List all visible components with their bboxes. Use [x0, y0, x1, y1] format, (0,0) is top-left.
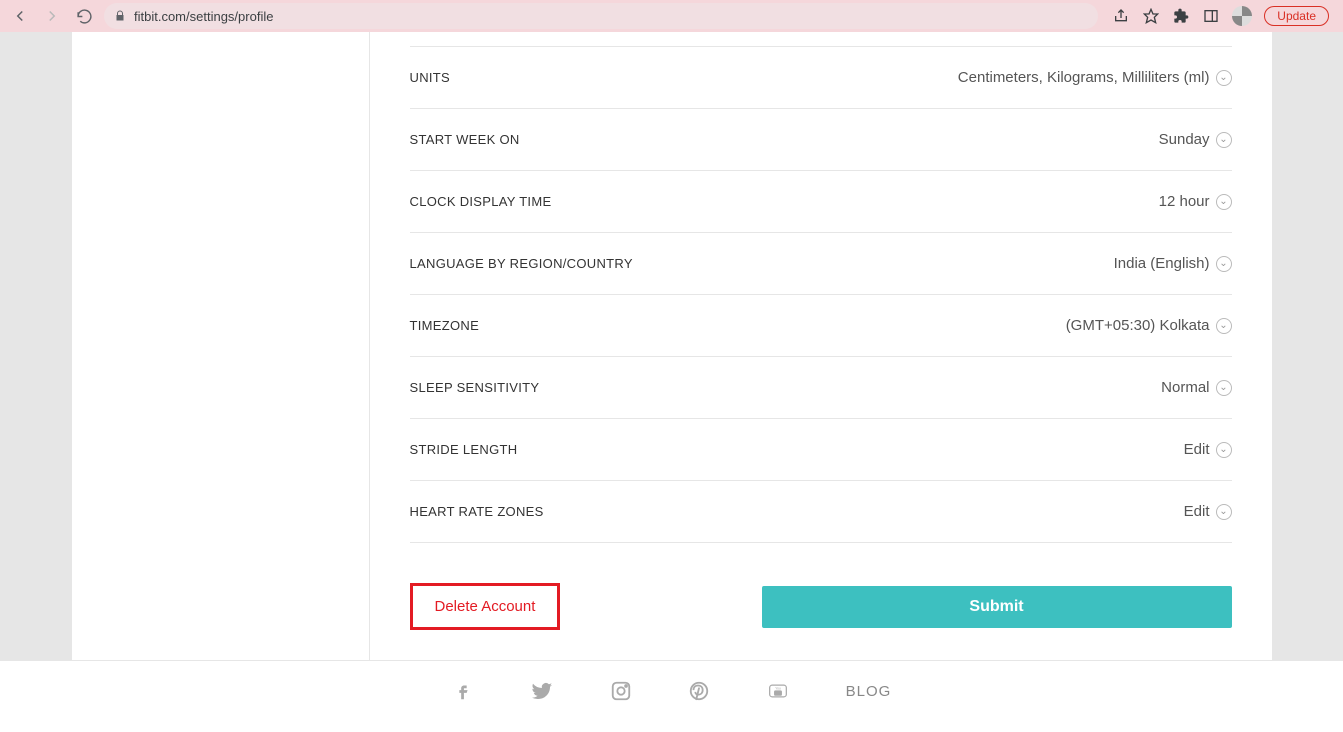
setting-value-text: 12 hour — [1159, 193, 1210, 210]
setting-value: (GMT+05:30) Kolkata ⌄ — [1066, 317, 1232, 334]
setting-label: START WEEK ON — [410, 132, 520, 147]
toolbar-actions: Update — [1106, 6, 1335, 26]
star-icon[interactable] — [1142, 7, 1160, 25]
chevron-down-icon: ⌄ — [1216, 256, 1232, 272]
facebook-icon[interactable] — [452, 680, 474, 702]
update-button[interactable]: Update — [1264, 6, 1329, 26]
youtube-icon[interactable]: You — [766, 681, 790, 701]
settings-main: UNITS Centimeters, Kilograms, Milliliter… — [370, 32, 1272, 660]
setting-value: Normal ⌄ — [1161, 379, 1231, 396]
lock-icon — [114, 10, 126, 22]
setting-label: CLOCK DISPLAY TIME — [410, 194, 552, 209]
setting-row-sleep-sensitivity[interactable]: SLEEP SENSITIVITY Normal ⌄ — [410, 357, 1232, 419]
share-icon[interactable] — [1112, 7, 1130, 25]
setting-value-text: Edit — [1184, 441, 1210, 458]
setting-label: HEART RATE ZONES — [410, 504, 544, 519]
chevron-down-icon: ⌄ — [1216, 318, 1232, 334]
svg-text:You: You — [775, 686, 781, 690]
setting-label: UNITS — [410, 70, 451, 85]
setting-value-text: India (English) — [1114, 255, 1210, 272]
delete-highlight: Delete Account — [410, 583, 561, 630]
submit-button[interactable]: Submit — [762, 586, 1232, 628]
setting-row-language[interactable]: LANGUAGE BY REGION/COUNTRY India (Englis… — [410, 233, 1232, 295]
setting-value-text: Normal — [1161, 379, 1209, 396]
setting-value-text: Edit — [1184, 503, 1210, 520]
setting-label: LANGUAGE BY REGION/COUNTRY — [410, 256, 633, 271]
chevron-down-icon: ⌄ — [1216, 194, 1232, 210]
pinterest-icon[interactable] — [688, 680, 710, 702]
chevron-down-icon: ⌄ — [1216, 132, 1232, 148]
setting-value: Edit ⌄ — [1184, 503, 1232, 520]
setting-value: 12 hour ⌄ — [1159, 193, 1232, 210]
chevron-down-icon: ⌄ — [1216, 70, 1232, 86]
reload-button[interactable] — [72, 4, 96, 28]
address-bar[interactable]: fitbit.com/settings/profile — [104, 3, 1098, 29]
form-actions: Delete Account Submit — [410, 583, 1232, 630]
twitter-icon[interactable] — [530, 679, 554, 703]
setting-row-clock[interactable]: CLOCK DISPLAY TIME 12 hour ⌄ — [410, 171, 1232, 233]
setting-value-text: Centimeters, Kilograms, Milliliters (ml) — [958, 69, 1210, 86]
extensions-icon[interactable] — [1172, 7, 1190, 25]
back-button[interactable] — [8, 4, 32, 28]
setting-label: TIMEZONE — [410, 318, 480, 333]
page-background: UNITS Centimeters, Kilograms, Milliliter… — [0, 32, 1343, 727]
url-text: fitbit.com/settings/profile — [134, 9, 273, 24]
panel-icon[interactable] — [1202, 7, 1220, 25]
setting-row-units[interactable]: UNITS Centimeters, Kilograms, Milliliter… — [410, 46, 1232, 109]
setting-label: STRIDE LENGTH — [410, 442, 518, 457]
setting-value: Sunday ⌄ — [1159, 131, 1232, 148]
setting-value-text: (GMT+05:30) Kolkata — [1066, 317, 1210, 334]
content-container: UNITS Centimeters, Kilograms, Milliliter… — [72, 32, 1272, 660]
chevron-down-icon: ⌄ — [1216, 380, 1232, 396]
setting-row-stride-length[interactable]: STRIDE LENGTH Edit ⌄ — [410, 419, 1232, 481]
settings-sidebar — [72, 32, 370, 660]
profile-avatar[interactable] — [1232, 6, 1252, 26]
chevron-down-icon: ⌄ — [1216, 504, 1232, 520]
setting-label: SLEEP SENSITIVITY — [410, 380, 540, 395]
browser-toolbar: fitbit.com/settings/profile Update — [0, 0, 1343, 32]
setting-row-timezone[interactable]: TIMEZONE (GMT+05:30) Kolkata ⌄ — [410, 295, 1232, 357]
page-footer: You BLOG — [0, 660, 1343, 727]
instagram-icon[interactable] — [610, 680, 632, 702]
delete-account-button[interactable]: Delete Account — [421, 592, 550, 621]
setting-value: Centimeters, Kilograms, Milliliters (ml)… — [958, 69, 1232, 86]
setting-value: Edit ⌄ — [1184, 441, 1232, 458]
setting-row-heart-rate-zones[interactable]: HEART RATE ZONES Edit ⌄ — [410, 481, 1232, 543]
setting-row-start-week[interactable]: START WEEK ON Sunday ⌄ — [410, 109, 1232, 171]
chevron-down-icon: ⌄ — [1216, 442, 1232, 458]
blog-link[interactable]: BLOG — [846, 683, 892, 700]
setting-value-text: Sunday — [1159, 131, 1210, 148]
forward-button[interactable] — [40, 4, 64, 28]
setting-value: India (English) ⌄ — [1114, 255, 1232, 272]
